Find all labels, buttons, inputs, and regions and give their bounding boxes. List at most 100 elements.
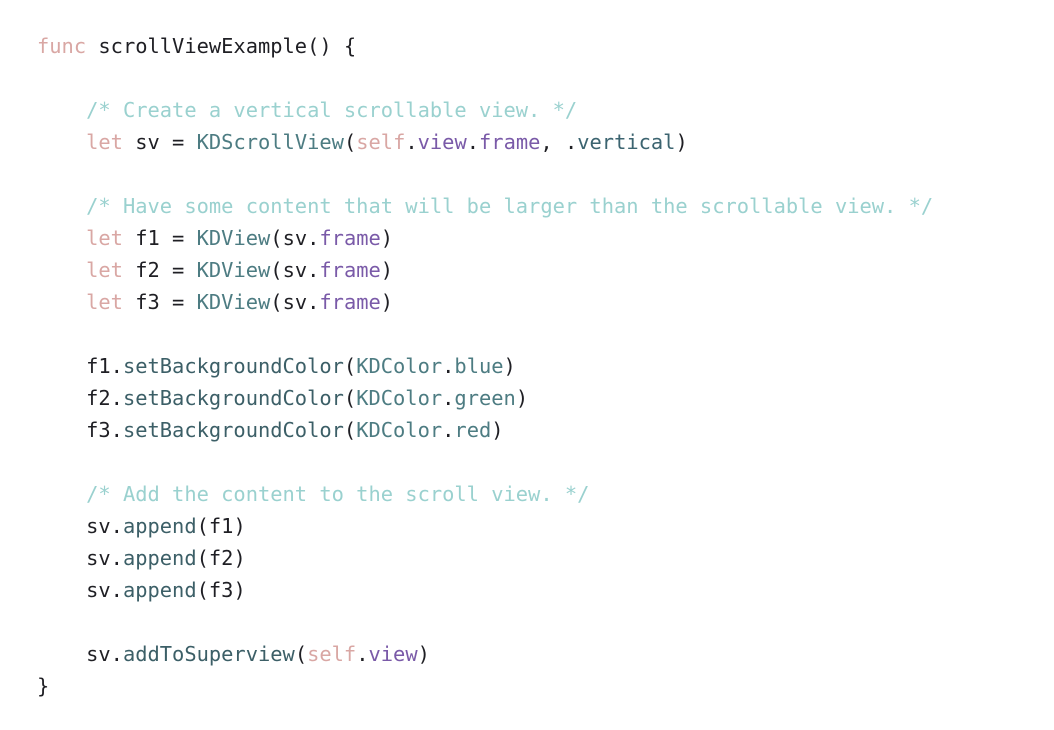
code-line: func scrollViewExample() { bbox=[37, 30, 933, 62]
code-token-comment: /* Have some content that will be larger… bbox=[86, 194, 934, 218]
code-token-plain: sv. bbox=[37, 642, 123, 666]
code-token-type: KDView bbox=[196, 258, 271, 282]
code-token-property: view bbox=[368, 642, 418, 666]
code-token-method: setBackgroundColor bbox=[122, 386, 344, 410]
code-token-comment: /* Create a vertical scrollable view. */ bbox=[86, 98, 578, 122]
code-token-property: frame bbox=[479, 130, 541, 154]
code-line: sv.append(f3) bbox=[37, 574, 933, 606]
code-line: let f2 = KDView(sv.frame) bbox=[37, 254, 933, 286]
code-token-keyword: let bbox=[86, 290, 123, 314]
code-token-type: KDView bbox=[196, 226, 271, 250]
code-token-type: KDColor bbox=[356, 418, 443, 442]
code-token-plain: (f3) bbox=[196, 578, 246, 602]
code-token-plain: ) bbox=[515, 386, 529, 410]
code-token-type: KDColor bbox=[356, 354, 443, 378]
code-token-plain: (f2) bbox=[196, 546, 246, 570]
code-token-plain: f2 = bbox=[122, 258, 197, 282]
code-token-type: KDScrollView bbox=[196, 130, 344, 154]
code-token-method: setBackgroundColor bbox=[122, 354, 344, 378]
code-line: sv.append(f2) bbox=[37, 542, 933, 574]
code-token-method: setBackgroundColor bbox=[122, 418, 344, 442]
code-token-keyword: let bbox=[86, 130, 123, 154]
code-line: sv.addToSuperview(self.view) bbox=[37, 638, 933, 670]
code-token-comment: /* Add the content to the scroll view. *… bbox=[86, 482, 590, 506]
code-token-property: frame bbox=[319, 226, 381, 250]
code-token-plain: . bbox=[356, 642, 369, 666]
code-token-plain: (f1) bbox=[196, 514, 246, 538]
code-token-type: KDColor bbox=[356, 386, 443, 410]
code-token-plain: ) bbox=[380, 258, 394, 282]
code-token-plain: (sv. bbox=[270, 226, 320, 250]
code-token-plain: f3 = bbox=[122, 290, 197, 314]
code-token-keyword: let bbox=[86, 226, 123, 250]
code-token-plain: sv. bbox=[37, 546, 123, 570]
code-token-property: view bbox=[417, 130, 467, 154]
code-token-plain: ( bbox=[343, 418, 357, 442]
code-token-plain: ) bbox=[380, 290, 394, 314]
code-token-plain: . bbox=[405, 130, 418, 154]
code-block: func scrollViewExample() { /* Create a v… bbox=[37, 30, 933, 702]
code-token-keyword: self bbox=[307, 642, 357, 666]
code-token-method: addToSuperview bbox=[122, 642, 295, 666]
code-token-type: green bbox=[454, 386, 516, 410]
code-line: f1.setBackgroundColor(KDColor.blue) bbox=[37, 350, 933, 382]
code-token-type: red bbox=[454, 418, 492, 442]
code-token-plain: . bbox=[442, 418, 455, 442]
code-token-plain: sv = bbox=[122, 130, 197, 154]
code-token-plain: . bbox=[466, 130, 480, 154]
code-token-type: KDView bbox=[196, 290, 271, 314]
code-line: let sv = KDScrollView(self.view.frame, .… bbox=[37, 126, 933, 158]
code-token-plain: f3. bbox=[37, 418, 123, 442]
code-token-property: frame bbox=[319, 290, 381, 314]
code-token-plain: f1. bbox=[37, 354, 123, 378]
code-line: } bbox=[37, 670, 933, 702]
code-token-plain: ( bbox=[294, 642, 308, 666]
code-token-plain: . bbox=[442, 386, 455, 410]
code-token-plain: (sv. bbox=[270, 290, 320, 314]
code-line: f2.setBackgroundColor(KDColor.green) bbox=[37, 382, 933, 414]
code-line: /* Create a vertical scrollable view. */ bbox=[37, 94, 933, 126]
code-token-enum-case: vertical bbox=[577, 130, 676, 154]
code-token-plain: ( bbox=[343, 130, 357, 154]
code-token-plain: sv. bbox=[37, 578, 123, 602]
code-token-plain: sv. bbox=[37, 514, 123, 538]
code-token-method: append bbox=[122, 546, 197, 570]
code-token-plain: ) bbox=[380, 226, 394, 250]
code-line: let f3 = KDView(sv.frame) bbox=[37, 286, 933, 318]
code-line: let f1 = KDView(sv.frame) bbox=[37, 222, 933, 254]
code-token-plain: scrollViewExample() { bbox=[86, 34, 357, 58]
code-token-plain: ) bbox=[417, 642, 430, 666]
code-token-plain: f1 = bbox=[122, 226, 197, 250]
code-token-method: append bbox=[122, 514, 197, 538]
code-token-plain: ( bbox=[343, 354, 357, 378]
code-line: /* Add the content to the scroll view. *… bbox=[37, 478, 933, 510]
code-line: sv.append(f1) bbox=[37, 510, 933, 542]
code-token-plain: (sv. bbox=[270, 258, 320, 282]
code-token-plain: . bbox=[442, 354, 455, 378]
code-token-plain: ) bbox=[675, 130, 688, 154]
code-token-plain: f2. bbox=[37, 386, 123, 410]
code-token-keyword: let bbox=[86, 258, 123, 282]
code-token-method: append bbox=[122, 578, 197, 602]
code-token-property: frame bbox=[319, 258, 381, 282]
code-token-keyword: self bbox=[356, 130, 406, 154]
code-token-plain: ) bbox=[503, 354, 516, 378]
code-token-plain: ( bbox=[343, 386, 357, 410]
code-line: /* Have some content that will be larger… bbox=[37, 190, 933, 222]
code-token-keyword: func bbox=[37, 34, 87, 58]
code-token-plain: } bbox=[37, 674, 50, 698]
code-token-type: blue bbox=[454, 354, 504, 378]
code-token-plain: ) bbox=[491, 418, 504, 442]
